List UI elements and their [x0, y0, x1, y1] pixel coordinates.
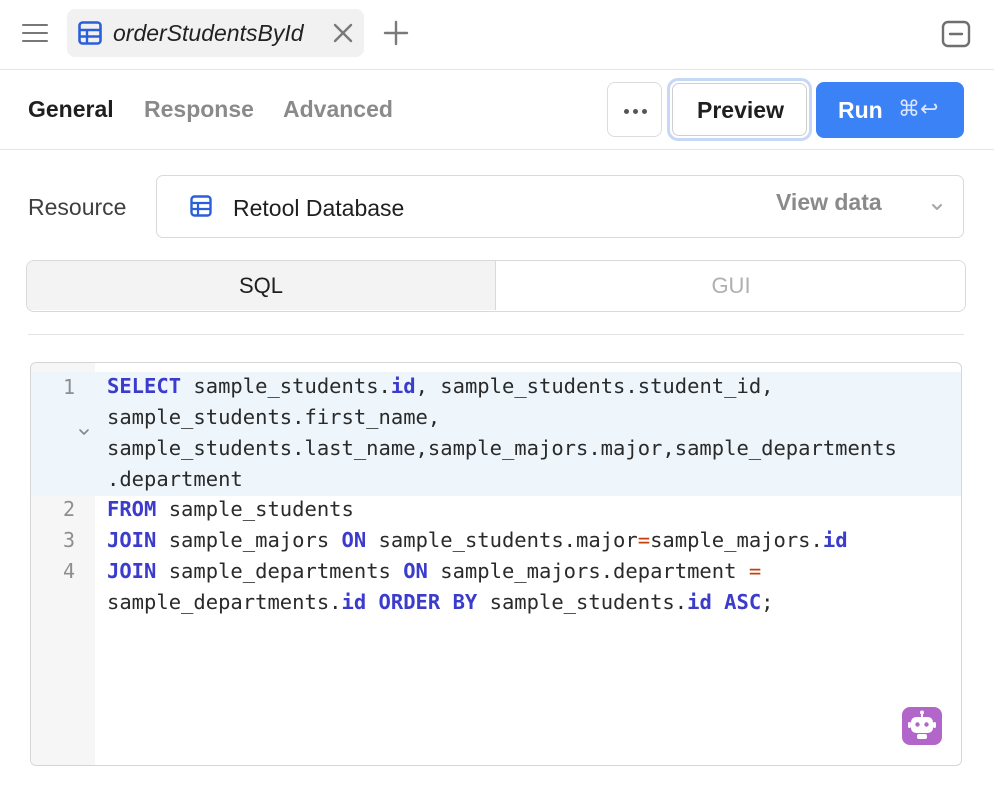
- code-token: ;: [761, 590, 774, 614]
- sql-keyword: id: [687, 590, 712, 614]
- code-line: JOIN sample_majors ON sample_students.ma…: [107, 528, 848, 552]
- plus-icon[interactable]: [383, 20, 409, 46]
- code-token: sample_students.: [477, 590, 688, 614]
- code-token: .department: [107, 467, 243, 491]
- ai-assistant-button[interactable]: [902, 707, 942, 745]
- tab-advanced[interactable]: Advanced: [283, 96, 393, 123]
- code-line: sample_departments.id ORDER BY sample_st…: [107, 590, 774, 614]
- query-tab-bar: orderStudentsById: [0, 0, 994, 70]
- code-token: sample_students.first_name,: [107, 405, 441, 429]
- line-number: 2: [62, 497, 75, 521]
- database-table-icon: [190, 195, 212, 217]
- code-token: sample_majors: [156, 528, 342, 552]
- line-number: 3: [62, 528, 75, 552]
- sql-operator: =: [637, 528, 651, 552]
- sql-keyword: JOIN: [107, 559, 157, 583]
- sql-keyword: ASC: [724, 590, 762, 614]
- tab-general[interactable]: General: [28, 96, 114, 123]
- query-mode-toggle: SQL GUI: [26, 260, 966, 312]
- close-icon[interactable]: [332, 22, 354, 44]
- code-line: SELECT sample_students.id, sample_studen…: [107, 374, 774, 398]
- code-token: sample_departments: [156, 559, 404, 583]
- collapse-panel-icon[interactable]: [941, 20, 971, 48]
- sql-code-editor[interactable]: 1 2 3 4 SELECT sample_students.id, sampl…: [30, 362, 962, 766]
- preview-button-label: Preview: [697, 97, 784, 123]
- query-editor-header: General Response Advanced Preview Run ⌘↩: [0, 70, 994, 150]
- resource-select[interactable]: Retool Database View data: [156, 175, 964, 238]
- sql-keyword: id: [822, 528, 848, 552]
- code-token: sample_students: [156, 497, 354, 521]
- ellipsis-icon: [624, 109, 629, 114]
- query-tab[interactable]: orderStudentsById: [67, 9, 364, 57]
- code-token: sample_students.: [181, 374, 391, 398]
- robot-icon: [908, 710, 936, 739]
- sql-keyword: JOIN: [107, 528, 157, 552]
- sql-keyword: id: [390, 374, 416, 398]
- gui-mode-button[interactable]: GUI: [497, 261, 965, 310]
- code-line: sample_students.first_name,: [107, 405, 440, 429]
- table-icon: [78, 21, 102, 45]
- chevron-down-icon: [932, 204, 942, 210]
- more-options-button[interactable]: [607, 82, 662, 137]
- code-token: sample_students.last_name,sample_majors.…: [107, 436, 897, 460]
- code-token: sample_departments.: [107, 590, 342, 614]
- fold-chevron-icon[interactable]: [78, 426, 90, 438]
- code-token: , sample_students.student_id,: [415, 374, 774, 398]
- preview-button[interactable]: Preview: [667, 78, 812, 141]
- code-line: FROM sample_students: [107, 497, 354, 521]
- run-button[interactable]: Run ⌘↩: [816, 82, 964, 138]
- divider: [28, 334, 964, 335]
- code-token: sample_majors.: [650, 528, 823, 552]
- sql-keyword: ON: [403, 559, 428, 583]
- sql-keyword: ON: [341, 528, 367, 552]
- tab-response[interactable]: Response: [144, 96, 254, 123]
- query-tab-title: orderStudentsById: [113, 20, 304, 46]
- sql-keyword: FROM: [107, 497, 157, 521]
- resource-name: Retool Database: [233, 195, 405, 221]
- sql-operator: =: [748, 559, 762, 583]
- sql-keyword: SELECT: [107, 374, 182, 398]
- run-shortcut-hint: ⌘↩: [898, 97, 939, 122]
- sql-keyword: id: [341, 590, 367, 614]
- sql-mode-button[interactable]: SQL: [27, 261, 496, 310]
- code-line: sample_students.last_name,sample_majors.…: [107, 436, 897, 460]
- line-number: 4: [62, 559, 75, 583]
- resource-label: Resource: [28, 194, 127, 220]
- code-token: sample_majors.department: [427, 559, 749, 583]
- code-line: JOIN sample_departments ON sample_majors…: [107, 559, 761, 583]
- sql-keyword: ORDER BY: [378, 590, 478, 614]
- view-data-link[interactable]: View data: [776, 189, 882, 216]
- code-line: .department: [107, 467, 243, 491]
- code-token: sample_students.major: [366, 528, 638, 552]
- run-button-label: Run: [838, 97, 883, 123]
- hamburger-icon[interactable]: [22, 22, 48, 44]
- line-number: 1: [62, 375, 75, 399]
